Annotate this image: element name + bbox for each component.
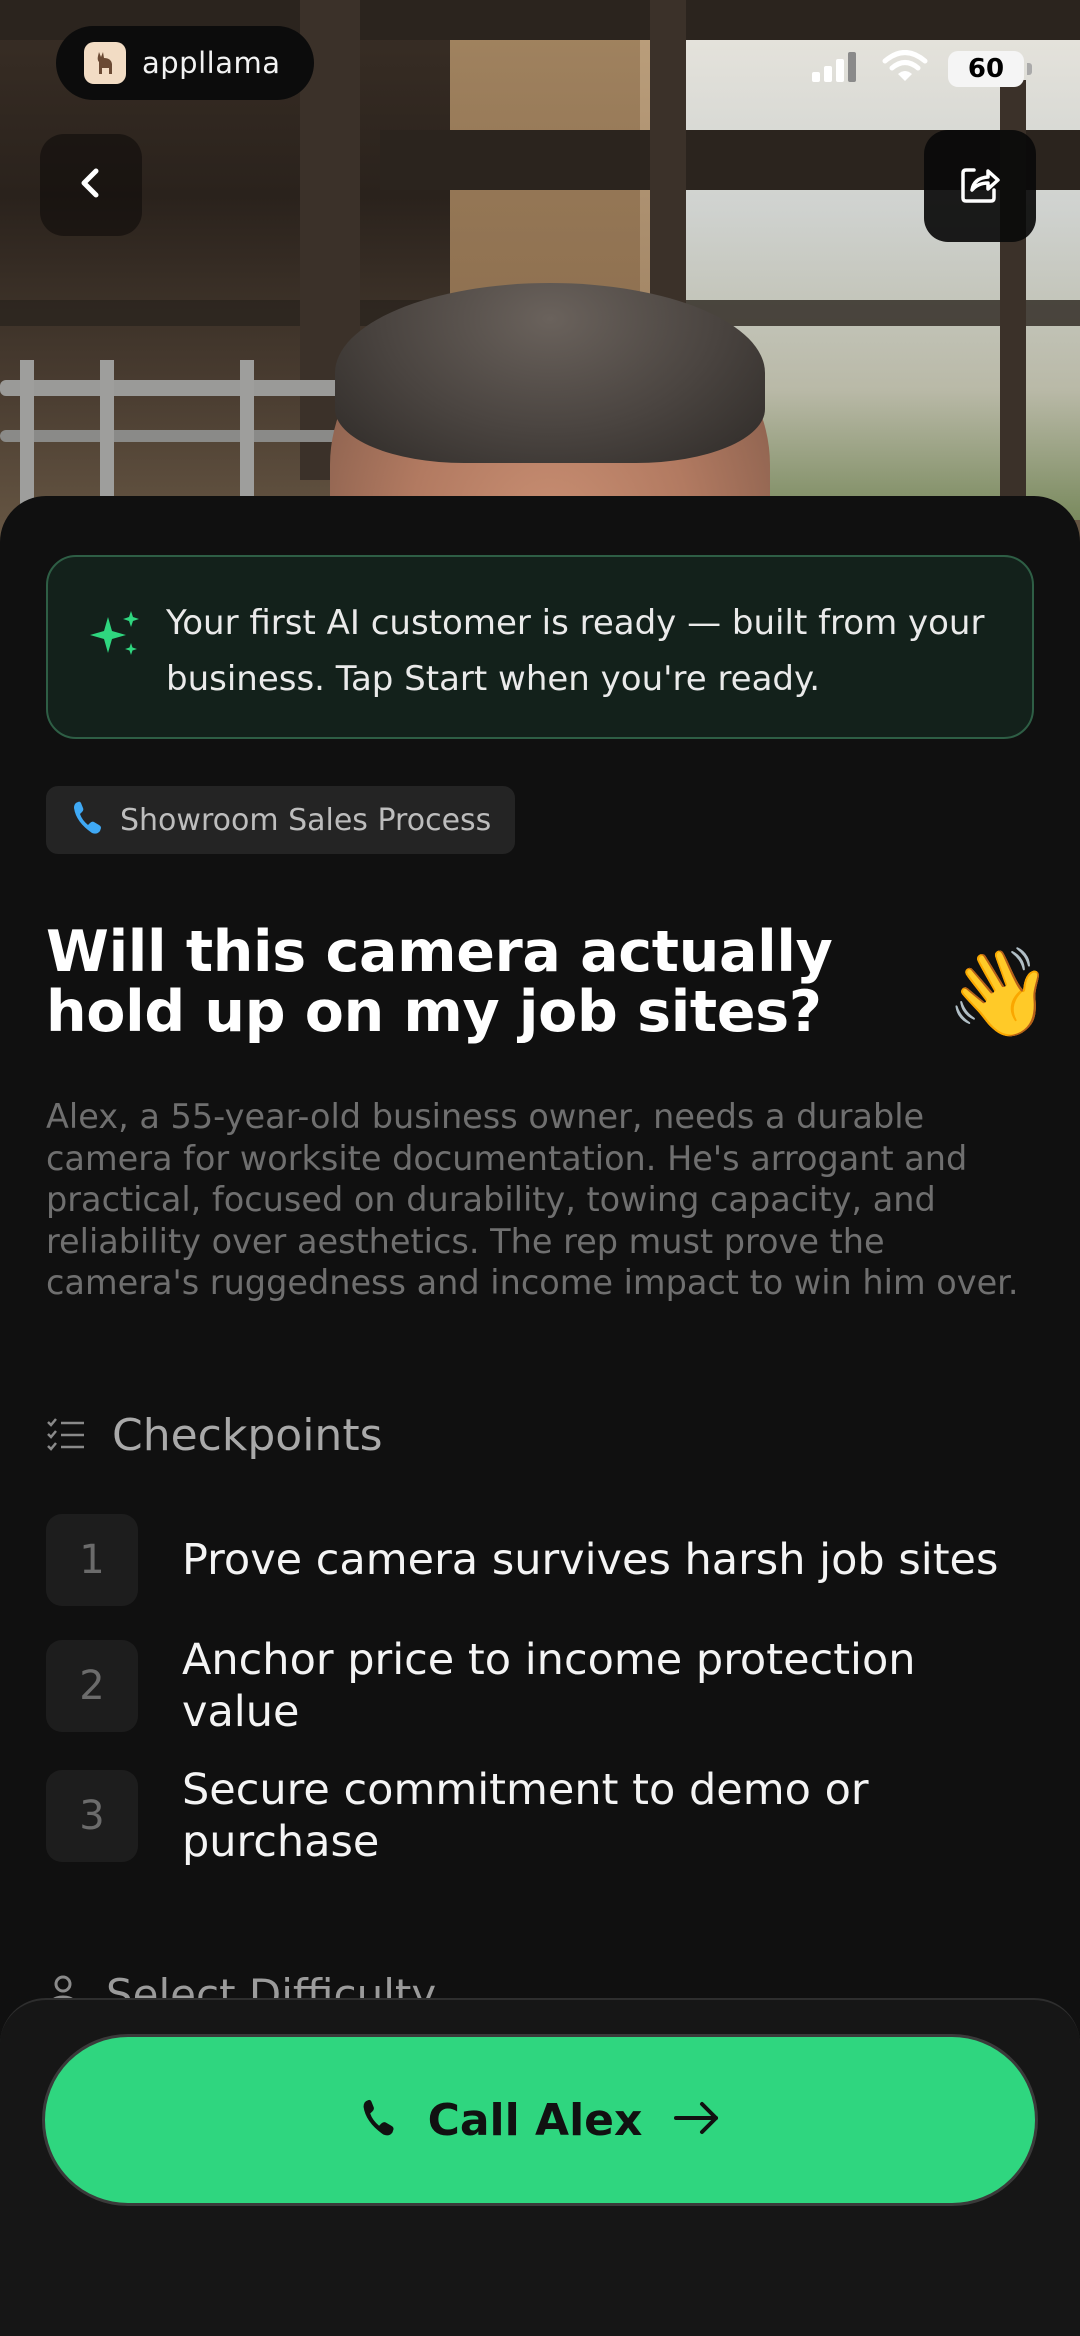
call-button-label: Call Alex bbox=[427, 2094, 643, 2146]
back-button[interactable] bbox=[40, 134, 142, 236]
checkpoint-item: 2 Anchor price to income protection valu… bbox=[46, 1634, 1042, 1738]
signal-icon bbox=[810, 50, 862, 88]
scenario-title: Will this camera actually hold up on my … bbox=[46, 919, 833, 1045]
app-brand-pill: appllama bbox=[56, 26, 314, 100]
phone-icon bbox=[358, 2098, 398, 2142]
checkpoints-header: Checkpoints bbox=[46, 1410, 383, 1461]
share-icon bbox=[958, 162, 1002, 210]
scenario-description: Alex, a 55-year-old business owner, need… bbox=[46, 1097, 1019, 1302]
sparkles-icon bbox=[86, 605, 146, 665]
battery-indicator: 60 bbox=[948, 51, 1032, 87]
category-label: Showroom Sales Process bbox=[120, 802, 492, 838]
checklist-icon bbox=[46, 1416, 86, 1456]
checkpoint-item: 3 Secure commitment to demo or purchase bbox=[46, 1764, 1042, 1868]
arrow-right-icon bbox=[672, 2098, 722, 2142]
phone-icon bbox=[72, 800, 102, 840]
ai-ready-banner: Your first AI customer is ready — built … bbox=[46, 555, 1034, 739]
waving-hand-emoji: 👋 bbox=[946, 943, 1054, 1043]
checkpoint-text: Prove camera survives harsh job sites bbox=[182, 1535, 999, 1585]
call-button[interactable]: Call Alex bbox=[42, 2034, 1038, 2206]
checkpoint-item: 1 Prove camera survives harsh job sites bbox=[46, 1514, 1042, 1606]
checkpoint-text: Anchor price to income protection value bbox=[182, 1635, 916, 1737]
share-button[interactable] bbox=[924, 130, 1036, 242]
banner-message: Your first AI customer is ready — built … bbox=[166, 603, 985, 699]
checkpoint-number: 3 bbox=[46, 1770, 138, 1862]
checkpoint-text: Secure commitment to demo or purchase bbox=[182, 1765, 869, 1867]
llama-logo-icon bbox=[84, 42, 126, 84]
checkpoint-number: 2 bbox=[46, 1640, 138, 1732]
checkpoints-title: Checkpoints bbox=[112, 1410, 383, 1461]
brand-name: appllama bbox=[142, 46, 281, 80]
checkpoint-number: 1 bbox=[46, 1514, 138, 1606]
scenario-category-tag: Showroom Sales Process bbox=[46, 786, 516, 854]
status-icons: 60 bbox=[810, 50, 1032, 88]
chevron-left-icon bbox=[73, 165, 109, 205]
wifi-icon bbox=[882, 50, 928, 88]
